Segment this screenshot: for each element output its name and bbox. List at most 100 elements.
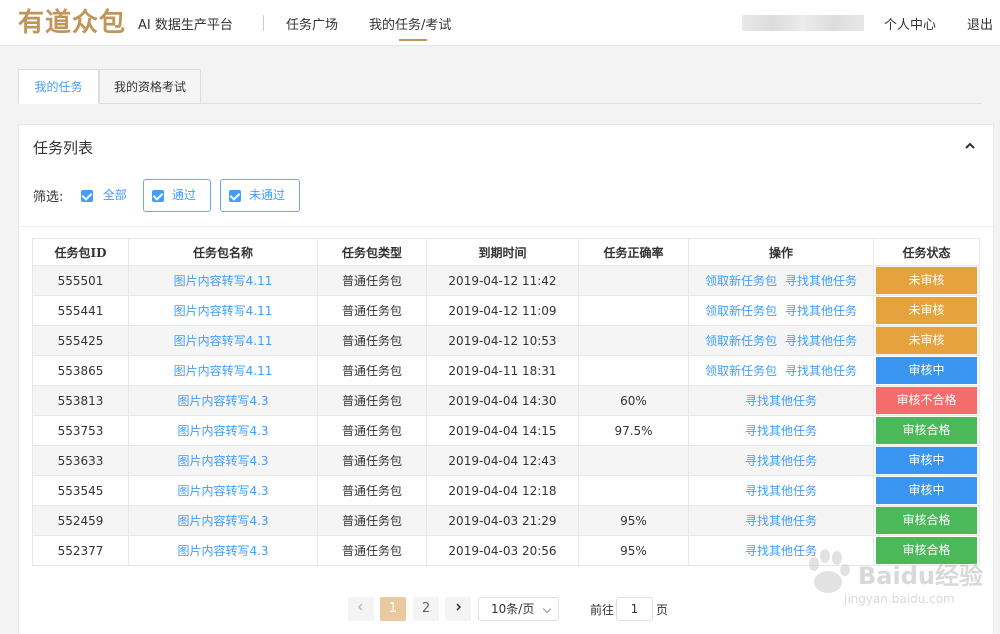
chevron-up-icon[interactable] <box>963 139 977 153</box>
filter-fail-button[interactable]: 未通过 <box>220 179 300 212</box>
table-row: 555441 图片内容转写4.11 普通任务包 2019-04-12 11:09 领取新… <box>32 295 980 326</box>
page-unit-label: 页 <box>656 603 669 617</box>
tab-my-exams[interactable]: 我的资格考试 <box>99 69 201 104</box>
task-name-link[interactable]: 图片内容转写4.11 <box>128 295 318 326</box>
accuracy-cell <box>578 295 689 326</box>
nav-my-tasks[interactable]: 我的任务/考试 <box>369 14 451 41</box>
chevron-down-icon <box>542 604 552 614</box>
panel-title: 任务列表 <box>33 139 94 157</box>
table-row: 552459 图片内容转写4.3 普通任务包 2019-04-03 21:29 95% 寻… <box>32 505 980 536</box>
actions-cell: 寻找其他任务 <box>688 415 874 446</box>
task-name-link[interactable]: 图片内容转写4.11 <box>128 325 318 356</box>
task-type-cell: 普通任务包 <box>317 295 427 326</box>
chevron-left-icon <box>357 603 363 611</box>
accuracy-cell <box>578 475 689 506</box>
profile-link[interactable]: 个人中心 <box>884 14 936 33</box>
task-name-link[interactable]: 图片内容转写4.3 <box>128 385 318 416</box>
logo[interactable]: 有道众包 <box>18 6 126 40</box>
task-id-cell: 552459 <box>32 505 129 536</box>
claim-new-package-link[interactable]: 领取新任务包 <box>705 364 777 378</box>
checkbox-checked-icon <box>152 189 164 202</box>
task-id-cell: 553865 <box>32 355 129 386</box>
actions-cell: 寻找其他任务 <box>688 385 874 416</box>
actions-cell: 寻找其他任务 <box>688 445 874 476</box>
table-row: 553545 图片内容转写4.3 普通任务包 2019-04-04 12:18 寻找其他… <box>32 475 980 506</box>
task-type-cell: 普通任务包 <box>317 445 427 476</box>
task-name-link[interactable]: 图片内容转写4.3 <box>128 475 318 506</box>
status-cell: 未审核 <box>873 295 980 326</box>
find-other-tasks-link[interactable]: 寻找其他任务 <box>745 514 817 528</box>
page-button-1[interactable]: 1 <box>380 597 406 621</box>
col-header-id: 任务包ID <box>32 238 129 266</box>
logout-link[interactable]: 退出 <box>967 14 993 33</box>
claim-new-package-link[interactable]: 领取新任务包 <box>705 304 777 318</box>
task-name-link[interactable]: 图片内容转写4.11 <box>128 265 318 296</box>
filter-label: 筛选: <box>33 190 64 205</box>
nav-task-square[interactable]: 任务广场 <box>286 14 338 33</box>
tab-my-tasks[interactable]: 我的任务 <box>18 69 99 104</box>
goto-page-input[interactable]: 1 <box>616 597 653 621</box>
status-badge: 审核合格 <box>876 417 977 444</box>
status-badge: 审核中 <box>876 477 977 504</box>
find-other-tasks-link[interactable]: 寻找其他任务 <box>785 274 857 288</box>
find-other-tasks-link[interactable]: 寻找其他任务 <box>745 454 817 468</box>
baidu-watermark: Baidu经验 jingyan.baidu.com <box>788 536 988 616</box>
task-name-link[interactable]: 图片内容转写4.3 <box>128 415 318 446</box>
filter-all-checkbox[interactable]: 全部 <box>81 186 127 203</box>
table-header-row: 任务包ID 任务包名称 任务包类型 到期时间 任务正确率 操作 任务状态 <box>32 238 980 266</box>
find-other-tasks-link[interactable]: 寻找其他任务 <box>745 424 817 438</box>
task-name-link[interactable]: 图片内容转写4.11 <box>128 355 318 386</box>
goto-label: 前往 <box>590 603 615 617</box>
task-type-cell: 普通任务包 <box>317 385 427 416</box>
table-row: 553813 图片内容转写4.3 普通任务包 2019-04-04 14:30 60% 寻… <box>32 385 980 416</box>
actions-cell: 领取新任务包 寻找其他任务 <box>688 355 874 386</box>
find-other-tasks-link[interactable]: 寻找其他任务 <box>745 394 817 408</box>
find-other-tasks-link[interactable]: 寻找其他任务 <box>785 364 857 378</box>
actions-cell: 领取新任务包 寻找其他任务 <box>688 325 874 356</box>
due-time-cell: 2019-04-12 11:09 <box>426 295 579 326</box>
status-cell: 未审核 <box>873 325 980 356</box>
task-type-cell: 普通任务包 <box>317 325 427 356</box>
prev-page-button[interactable] <box>348 597 374 621</box>
status-badge: 审核不合格 <box>876 387 977 414</box>
task-id-cell: 553633 <box>32 445 129 476</box>
status-badge: 审核中 <box>876 357 977 384</box>
due-time-cell: 2019-04-04 14:15 <box>426 415 579 446</box>
col-header-type: 任务包类型 <box>317 238 427 266</box>
checkbox-checked-icon <box>81 189 93 202</box>
user-name-redacted <box>742 15 864 31</box>
accuracy-cell <box>578 265 689 296</box>
actions-cell: 领取新任务包 寻找其他任务 <box>688 265 874 296</box>
accuracy-cell <box>578 355 689 386</box>
task-name-link[interactable]: 图片内容转写4.3 <box>128 445 318 476</box>
status-badge: 未审核 <box>876 267 977 294</box>
task-name-link[interactable]: 图片内容转写4.3 <box>128 505 318 536</box>
task-id-cell: 553813 <box>32 385 129 416</box>
status-badge: 审核合格 <box>876 507 977 534</box>
page-size-select[interactable]: 10条/页 <box>478 597 559 621</box>
filter-pass-button[interactable]: 通过 <box>143 179 211 212</box>
due-time-cell: 2019-04-12 10:53 <box>426 325 579 356</box>
due-time-cell: 2019-04-03 21:29 <box>426 505 579 536</box>
claim-new-package-link[interactable]: 领取新任务包 <box>705 334 777 348</box>
status-badge: 未审核 <box>876 327 977 354</box>
task-id-cell: 555501 <box>32 265 129 296</box>
task-type-cell: 普通任务包 <box>317 535 427 566</box>
watermark-text: Baidu经验 <box>858 562 983 590</box>
filter-pass-label: 通过 <box>172 188 197 202</box>
platform-subtitle: AI 数据生产平台 <box>138 18 233 33</box>
status-cell: 审核中 <box>873 355 980 386</box>
col-header-name: 任务包名称 <box>128 238 318 266</box>
find-other-tasks-link[interactable]: 寻找其他任务 <box>785 334 857 348</box>
page-button-2[interactable]: 2 <box>413 597 439 621</box>
find-other-tasks-link[interactable]: 寻找其他任务 <box>785 304 857 318</box>
claim-new-package-link[interactable]: 领取新任务包 <box>705 274 777 288</box>
watermark-url: jingyan.baidu.com <box>844 592 955 606</box>
chevron-right-icon <box>456 603 462 611</box>
next-page-button[interactable] <box>445 597 471 621</box>
col-header-status: 任务状态 <box>873 238 980 266</box>
task-name-link[interactable]: 图片内容转写4.3 <box>128 535 318 566</box>
find-other-tasks-link[interactable]: 寻找其他任务 <box>745 484 817 498</box>
page-size-value: 10条/页 <box>491 602 535 616</box>
task-id-cell: 553545 <box>32 475 129 506</box>
